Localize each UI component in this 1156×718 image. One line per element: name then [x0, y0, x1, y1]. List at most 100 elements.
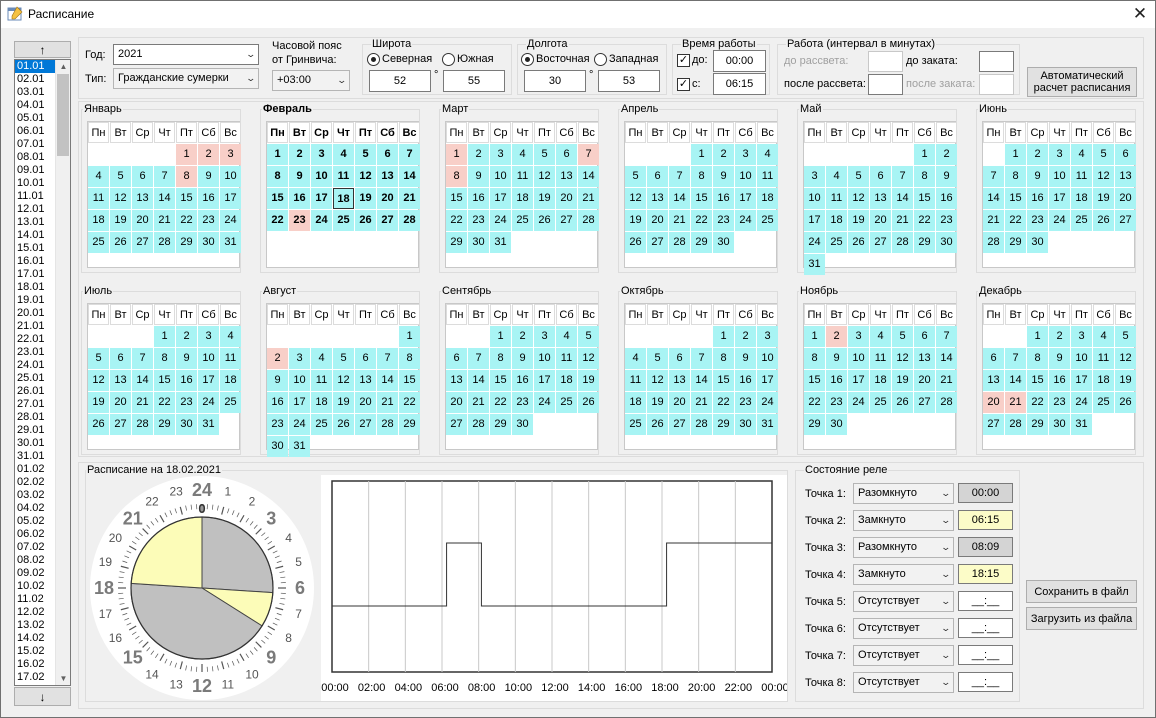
calendar-day[interactable]: 18 — [311, 392, 332, 413]
calendar-day[interactable]: 3 — [198, 326, 219, 347]
calendar-day[interactable]: 25 — [1071, 210, 1092, 231]
date-list[interactable]: 01.01 02.01 03.01 04.01 05.01 06.01 07.01 08.01… — [14, 59, 71, 686]
calendar-day[interactable]: 9 — [735, 348, 756, 369]
calendar-day[interactable]: 16 — [1049, 370, 1070, 391]
date-list-item[interactable]: 01.01 — [15, 60, 56, 73]
calendar-day[interactable]: 19 — [892, 370, 913, 391]
calendar-day[interactable]: 10 — [848, 348, 869, 369]
calendar-day[interactable]: 18 — [88, 210, 109, 231]
calendar-day[interactable]: 16 — [713, 188, 734, 209]
calendar-day[interactable]: 25 — [826, 232, 847, 253]
calendar-day[interactable]: 30 — [713, 232, 734, 253]
relay-time-input[interactable]: __:__ — [958, 591, 1013, 611]
calendar-day[interactable]: 25 — [870, 392, 891, 413]
calendar-day[interactable]: 28 — [154, 232, 175, 253]
calendar-day[interactable]: 9 — [198, 166, 219, 187]
relay-time-input[interactable]: __:__ — [958, 645, 1013, 665]
calendar-day[interactable]: 12 — [88, 370, 109, 391]
calendar-day[interactable]: 3 — [220, 144, 241, 165]
calendar-day[interactable]: 15 — [176, 188, 197, 209]
calendar-day[interactable]: 2 — [1049, 326, 1070, 347]
calendar-day[interactable]: 1 — [1027, 326, 1048, 347]
calendar-day[interactable]: 3 — [490, 144, 511, 165]
calendar-day[interactable]: 29 — [691, 232, 712, 253]
calendar-day[interactable]: 22 — [154, 392, 175, 413]
calendar-day[interactable]: 7 — [578, 144, 599, 165]
calendar-day[interactable]: 2 — [936, 144, 957, 165]
date-list-item[interactable]: 15.02 — [15, 645, 56, 658]
after-sunset-input[interactable] — [979, 74, 1014, 95]
relay-time-input[interactable]: __:__ — [958, 618, 1013, 638]
calendar-day[interactable]: 19 — [578, 370, 599, 391]
calendar-day[interactable]: 26 — [88, 414, 109, 435]
work-to-checkbox[interactable]: ✓ — [677, 54, 690, 67]
calendar-day[interactable]: 24 — [198, 392, 219, 413]
calendar-day[interactable]: 11 — [220, 348, 241, 369]
calendar-day[interactable]: 1 — [804, 326, 825, 347]
date-list-item[interactable]: 16.02 — [15, 658, 56, 671]
calendar-day[interactable]: 10 — [735, 166, 756, 187]
calendar-day[interactable]: 17 — [311, 188, 332, 209]
calendar-day[interactable]: 14 — [578, 166, 599, 187]
calendar-day[interactable]: 17 — [490, 188, 511, 209]
calendar-day[interactable]: 30 — [735, 414, 756, 435]
calendar-day[interactable]: 23 — [826, 392, 847, 413]
calendar-day[interactable]: 27 — [556, 210, 577, 231]
calendar-day[interactable]: 19 — [625, 210, 646, 231]
calendar-day[interactable]: 30 — [512, 414, 533, 435]
calendar-day[interactable]: 23 — [936, 210, 957, 231]
calendar-day[interactable]: 20 — [870, 210, 891, 231]
calendar-day[interactable]: 27 — [110, 414, 131, 435]
calendar-day[interactable]: 22 — [446, 210, 467, 231]
calendar-day[interactable]: 8 — [804, 348, 825, 369]
calendar-day[interactable]: 4 — [1071, 144, 1092, 165]
date-list-item[interactable]: 03.02 — [15, 489, 56, 502]
calendar-day[interactable]: 26 — [848, 232, 869, 253]
calendar-day[interactable]: 1 — [490, 326, 511, 347]
calendar-day[interactable]: 22 — [399, 392, 420, 413]
calendar-day[interactable]: 29 — [1027, 414, 1048, 435]
calendar-day[interactable]: 6 — [110, 348, 131, 369]
calendar-day[interactable]: 13 — [914, 348, 935, 369]
calendar-day[interactable]: 15 — [490, 370, 511, 391]
date-list-item[interactable]: 24.01 — [15, 359, 56, 372]
calendar-day[interactable]: 16 — [468, 188, 489, 209]
relay-state-select[interactable]: Отсутствует ⌄ — [853, 672, 954, 693]
calendar-day[interactable]: 15 — [691, 188, 712, 209]
calendar-day[interactable]: 14 — [377, 370, 398, 391]
calendar-day[interactable]: 1 — [914, 144, 935, 165]
calendar-day[interactable]: 27 — [355, 414, 376, 435]
calendar-day[interactable]: 8 — [490, 348, 511, 369]
calendar-day[interactable]: 2 — [713, 144, 734, 165]
calendar-day[interactable]: 25 — [333, 210, 354, 231]
calendar-day[interactable]: 28 — [892, 232, 913, 253]
calendar-day[interactable]: 29 — [713, 414, 734, 435]
calendar-day[interactable]: 12 — [1115, 348, 1136, 369]
work-from-checkbox[interactable]: ✓ — [677, 78, 690, 91]
calendar-day[interactable]: 20 — [1115, 188, 1136, 209]
calendar-day[interactable]: 1 — [267, 144, 288, 165]
date-list-item[interactable]: 13.01 — [15, 216, 56, 229]
calendar-day[interactable]: 21 — [892, 210, 913, 231]
calendar-day[interactable]: 20 — [556, 188, 577, 209]
calendar-day[interactable]: 8 — [176, 166, 197, 187]
calendar-day[interactable]: 3 — [804, 166, 825, 187]
calendar-day[interactable]: 6 — [355, 348, 376, 369]
calendar-day[interactable]: 23 — [468, 210, 489, 231]
calendar-day[interactable]: 4 — [826, 166, 847, 187]
date-list-item[interactable]: 05.02 — [15, 515, 56, 528]
calendar-day[interactable]: 20 — [446, 392, 467, 413]
calendar-day[interactable]: 6 — [132, 166, 153, 187]
calendar-day[interactable]: 26 — [647, 414, 668, 435]
calendar-day[interactable]: 23 — [713, 210, 734, 231]
calendar-day[interactable]: 24 — [1049, 210, 1070, 231]
calendar-day[interactable]: 3 — [289, 348, 310, 369]
calendar-day[interactable]: 18 — [1071, 188, 1092, 209]
calendar-day[interactable]: 10 — [757, 348, 778, 369]
date-list-item[interactable]: 08.01 — [15, 151, 56, 164]
calendar-day[interactable]: 20 — [132, 210, 153, 231]
calendar-day[interactable]: 4 — [88, 166, 109, 187]
timezone-select[interactable]: +03:00 ⌄ — [272, 70, 350, 91]
date-list-item[interactable]: 25.01 — [15, 372, 56, 385]
calendar-day[interactable]: 14 — [1005, 370, 1026, 391]
